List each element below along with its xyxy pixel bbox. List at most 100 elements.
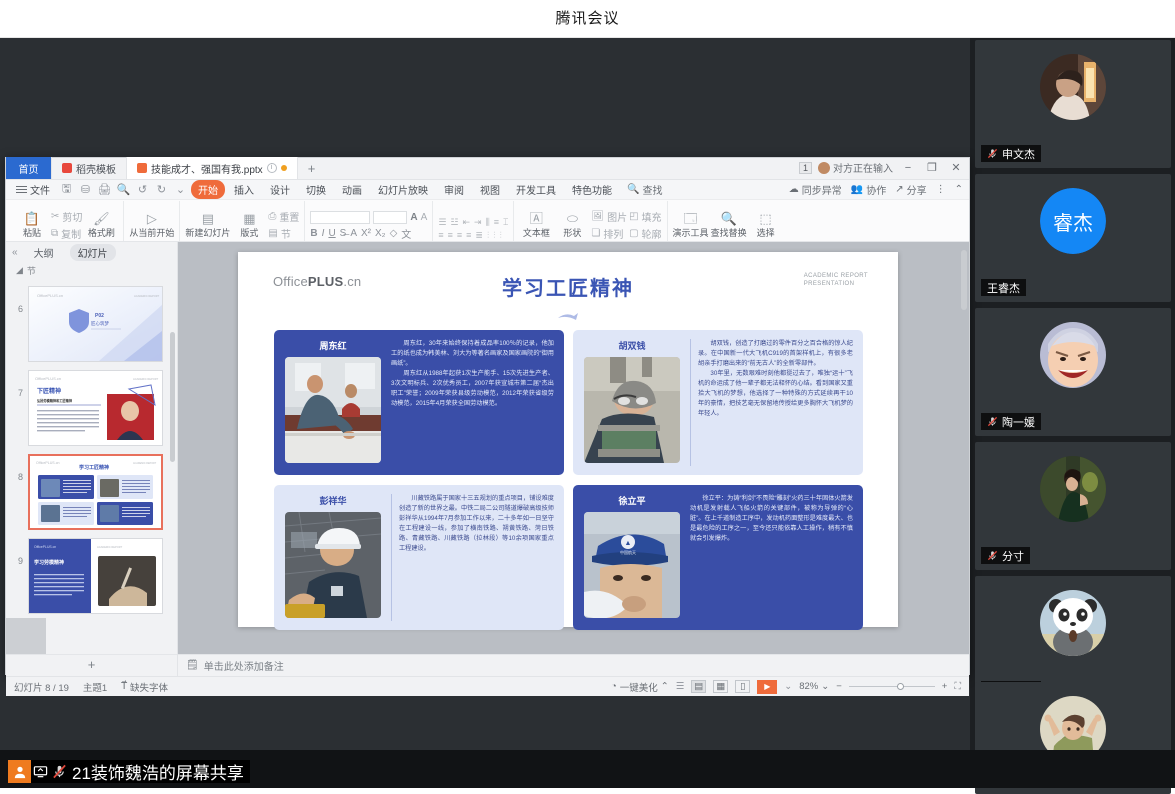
- save-icon[interactable]: 🖫: [58, 182, 75, 198]
- thumbnail-pane-header[interactable]: « 大纲 幻灯片: [6, 242, 177, 262]
- slide-canvas[interactable]: OfficePLUS.cn 学习工匠精神 ACADEMIC REPORT PRE…: [238, 252, 898, 627]
- smart-align-icon[interactable]: ⫶: [499, 230, 501, 241]
- view-slide-sorter-button[interactable]: ▦: [713, 680, 728, 693]
- minimize-button[interactable]: −: [899, 162, 917, 174]
- screen-share-indicator[interactable]: 21装饰魏浩的屏幕共享: [8, 760, 250, 783]
- list-item[interactable]: 6 OfficePLUS.cn ACADEMIC REPORT: [6, 282, 177, 366]
- home-ribbon-toolbar[interactable]: 📋 粘贴 ✂ 剪切 ⧉ 复制 🖌 格式刷 ▷ 从当前开始: [6, 200, 969, 242]
- add-slide-button[interactable]: +: [6, 654, 177, 676]
- slide-canvas-pane[interactable]: OfficePLUS.cn 学习工匠精神 ACADEMIC REPORT PRE…: [178, 242, 969, 676]
- fill-button[interactable]: ◰ 填充: [629, 209, 661, 224]
- participant-tile-2[interactable]: 睿杰 王睿杰: [975, 174, 1171, 302]
- ribbon-tab-bar[interactable]: 粘贴 文件 🖫 ⛁ 🖨 🔍 ↺ ↻ ⌄ 开始 插入 设计 切换 动画 幻灯片放映…: [6, 180, 969, 200]
- zoom-slider-handle[interactable]: [897, 683, 904, 690]
- ribbon-tab-design[interactable]: 设计: [263, 180, 297, 199]
- participant-rail[interactable]: 申文杰 睿杰 王睿杰: [975, 40, 1171, 746]
- new-tab-button[interactable]: +: [298, 159, 326, 179]
- tab-outline[interactable]: 大纲: [26, 244, 62, 261]
- reset-button[interactable]: ⎙ 重置: [268, 209, 299, 224]
- layout-button[interactable]: ▦ 版式: [232, 212, 266, 241]
- zoom-level-button[interactable]: 82% ⌄: [799, 681, 829, 692]
- thumbnail-7[interactable]: OfficePLUS.cn ACADEMIC REPORT 下匠精神 弘扬劳模精…: [28, 370, 163, 446]
- print-icon[interactable]: 🖨: [96, 182, 113, 198]
- canvas-scrollbar[interactable]: [961, 250, 967, 310]
- play-dropdown-chevron-down-icon[interactable]: ⌄: [784, 681, 792, 692]
- collapse-pane-icon[interactable]: «: [12, 247, 18, 258]
- thumbnail-list[interactable]: 6 OfficePLUS.cn ACADEMIC REPORT: [6, 282, 177, 676]
- mic-off-icon[interactable]: [52, 764, 67, 779]
- ribbon-tab-view[interactable]: 视图: [473, 180, 507, 199]
- section-button[interactable]: ▤ 节: [268, 226, 299, 241]
- section-row[interactable]: ◢ 节: [6, 262, 177, 279]
- view-reading-button[interactable]: ▯: [735, 680, 750, 693]
- justify-icon[interactable]: ≡: [466, 230, 471, 240]
- ribbon-tab-review[interactable]: 审阅: [437, 180, 471, 199]
- section-expand-triangle-icon[interactable]: ◢: [16, 265, 23, 276]
- underline-icon[interactable]: U: [328, 228, 335, 239]
- file-menu-button[interactable]: 粘贴 文件: [10, 182, 56, 197]
- status-bar[interactable]: 幻灯片 8 / 19 主题1 T⃗ 缺失字体 ◔ 一键美化 ⌃ ☰ ▤ ▦ ▯ …: [6, 676, 969, 696]
- increase-indent-icon[interactable]: ⇥: [474, 217, 482, 228]
- decrease-indent-icon[interactable]: ⇤: [462, 217, 470, 228]
- profile-card-1[interactable]: 周东红: [274, 330, 564, 475]
- arrange-button[interactable]: ❏ 排列: [591, 226, 627, 241]
- slide-thumbnail-pane[interactable]: « 大纲 幻灯片 ◢ 节 6: [6, 242, 178, 676]
- ribbon-tab-insert[interactable]: 插入: [227, 180, 261, 199]
- font-name-input[interactable]: [310, 211, 370, 224]
- undo-icon[interactable]: ↺: [134, 182, 151, 198]
- bullet-list-icon[interactable]: ☰: [438, 217, 446, 228]
- thumbnail-6[interactable]: OfficePLUS.cn ACADEMIC REPORT P02 匠心筑梦: [28, 286, 163, 362]
- text-direction-icon[interactable]: ⫼: [486, 217, 490, 228]
- italic-icon[interactable]: I: [322, 228, 325, 239]
- zoom-slider[interactable]: [849, 686, 935, 687]
- participant-tile-3[interactable]: 陶一媛: [975, 308, 1171, 436]
- notes-toggle-icon[interactable]: ☰: [676, 681, 685, 692]
- distribute-icon[interactable]: ≣: [475, 230, 483, 241]
- increase-font-size-icon[interactable]: A: [410, 212, 417, 223]
- zoom-in-button[interactable]: +: [942, 681, 948, 692]
- list-item[interactable]: 9 OfficePLUS.cn 学习劳模精神: [6, 534, 177, 618]
- select-button[interactable]: ⬚ 选择: [749, 212, 783, 241]
- shape-button[interactable]: ⬭ 形状: [555, 212, 589, 241]
- outline-button[interactable]: ▢ 轮廓: [629, 226, 661, 241]
- more-options-icon[interactable]: ⋮: [936, 184, 946, 195]
- picture-button[interactable]: 🖼 图片: [591, 209, 627, 224]
- thumbnail-8[interactable]: OfficePLUS.cn ACADEMIC REPORT 学习工匠精神: [28, 454, 163, 530]
- profile-card-3[interactable]: 彭祥华: [274, 485, 564, 630]
- font-size-input[interactable]: [373, 211, 407, 224]
- clear-format-icon[interactable]: ◇: [390, 228, 398, 239]
- format-painter-button[interactable]: 🖌 格式刷: [84, 212, 118, 241]
- thumbnail-scrollbar[interactable]: [170, 332, 175, 462]
- tabstrip-right-controls[interactable]: 1 对方正在输入 − ❐ ✕: [799, 160, 965, 175]
- wps-presentation-window[interactable]: 首页 稻壳模板 技能成才、强国有我.pptx i + 1 对方正在输入 − ❐ …: [5, 157, 970, 675]
- print-preview-icon[interactable]: 🔍: [115, 182, 132, 198]
- line-spacing-icon[interactable]: ≡: [494, 217, 499, 227]
- status-bar-right[interactable]: ◔ 一键美化 ⌃ ☰ ▤ ▦ ▯ ▶ ⌄ 82% ⌄ − + ⛶: [611, 680, 961, 694]
- cloud-save-icon[interactable]: ⛁: [77, 182, 94, 198]
- participant-tile-1[interactable]: 申文杰: [975, 40, 1171, 168]
- text-box-button[interactable]: 🄰 文本框: [519, 212, 553, 241]
- ribbon-search-button[interactable]: 🔍 查找: [627, 182, 662, 197]
- beautify-button[interactable]: ◔ 一键美化 ⌃: [611, 680, 669, 694]
- paragraph-spacing-icon[interactable]: ⫶: [493, 230, 495, 241]
- tab-dock-template[interactable]: 稻壳模板: [52, 157, 127, 179]
- tab-home[interactable]: 首页: [6, 157, 52, 179]
- redo-icon[interactable]: ↻: [153, 182, 170, 198]
- align-text-icon[interactable]: ⌶: [503, 217, 508, 228]
- find-replace-button[interactable]: 🔍 查找替换: [711, 212, 747, 241]
- notes-pane[interactable]: 🗒 单击此处添加备注: [178, 654, 969, 676]
- paste-button[interactable]: 📋 粘贴: [15, 212, 49, 241]
- bold-icon[interactable]: B: [310, 228, 317, 239]
- start-from-current-button[interactable]: ▷ 从当前开始: [129, 212, 174, 241]
- zoom-out-button[interactable]: −: [836, 681, 842, 692]
- theme-name[interactable]: 主题1: [83, 680, 107, 694]
- text-color-icon[interactable]: A: [350, 228, 357, 239]
- restore-button[interactable]: ❐: [923, 161, 941, 174]
- align-center-icon[interactable]: ≡: [448, 230, 453, 240]
- fit-to-window-icon[interactable]: ⛶: [954, 681, 961, 692]
- ribbon-tab-transition[interactable]: 切换: [299, 180, 333, 199]
- screen-share-icon[interactable]: [33, 764, 48, 779]
- ribbon-right-actions[interactable]: ☁ 同步异常 👥 协作 ↗ 分享 ⋮ ⌃: [789, 182, 963, 197]
- ribbon-tab-slideshow[interactable]: 幻灯片放映: [371, 180, 435, 199]
- subscript-icon[interactable]: X₂: [375, 228, 386, 239]
